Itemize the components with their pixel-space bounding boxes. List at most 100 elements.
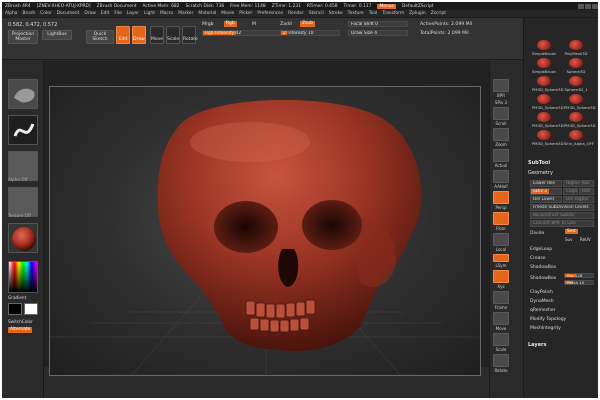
secondary-color-swatch[interactable]: [24, 303, 38, 315]
res-slider[interactable]: Res 128: [564, 273, 594, 278]
quick-sketch-button[interactable]: Quick Sketch: [86, 30, 114, 44]
tool-pm3d-3-icon[interactable]: [569, 94, 583, 104]
tool-polymesh3d-icon[interactable]: [569, 40, 583, 50]
menu-render[interactable]: Render: [288, 11, 304, 16]
color-picker[interactable]: [8, 261, 38, 293]
menu-stencil[interactable]: Stencil: [309, 11, 324, 16]
menu-material[interactable]: Material: [198, 11, 216, 16]
convert-bpr-button[interactable]: Convert BPR To Geo: [530, 220, 594, 227]
maximize-icon[interactable]: [585, 3, 591, 9]
actual-button[interactable]: [493, 149, 509, 162]
freeze-subdivision-button[interactable]: Freeze SubDivision Levels: [530, 204, 594, 211]
modify-topology-section[interactable]: Modify Topology: [530, 317, 566, 322]
menu-macro[interactable]: Macro: [160, 11, 173, 16]
del-higher-button[interactable]: Del Higher: [563, 196, 594, 203]
move-button[interactable]: Move: [150, 26, 164, 44]
switch-color-button[interactable]: SwitchColor: [8, 319, 33, 324]
cage-button[interactable]: Cage: [563, 188, 578, 195]
suv-toggle[interactable]: Suv: [565, 237, 572, 242]
menu-layer[interactable]: Layer: [127, 11, 139, 16]
menu-document[interactable]: Document: [57, 11, 80, 16]
menu-zplugin[interactable]: Zplugin: [409, 11, 426, 16]
menu-draw[interactable]: Draw: [84, 11, 95, 16]
menu-zscript[interactable]: Zscript: [431, 11, 446, 16]
m-toggle[interactable]: M: [252, 22, 256, 27]
draw-size-slider[interactable]: Draw Size 4: [348, 30, 408, 36]
tool-pm3d-5-icon[interactable]: [569, 112, 583, 122]
zremesher-section[interactable]: qRemesher: [530, 308, 556, 313]
subtool-header[interactable]: SubTool: [528, 160, 550, 166]
del-lower-button[interactable]: Del Lower: [530, 196, 562, 203]
meshintegrity-section[interactable]: MeshIntegrity: [530, 326, 561, 331]
focal-shift-slider[interactable]: Focal Shift 0: [348, 21, 408, 27]
smt-toggle[interactable]: Smt: [565, 229, 578, 234]
scale-button[interactable]: Scale: [166, 26, 180, 44]
rgb-toggle[interactable]: Rgb: [224, 21, 237, 27]
menu-stroke[interactable]: Stroke: [329, 11, 343, 16]
tool-pm3d-1-icon[interactable]: [537, 76, 551, 86]
close-icon[interactable]: [592, 3, 598, 9]
move-view-button[interactable]: [493, 312, 509, 325]
document-viewport[interactable]: [44, 61, 491, 376]
skull-model[interactable]: [50, 87, 481, 376]
stroke-thumbnail[interactable]: [8, 115, 38, 145]
reconstruct-subdiv-button[interactable]: Reconstruct Subdiv: [530, 212, 594, 219]
scale-view-button[interactable]: [493, 333, 509, 346]
edgeloop-section[interactable]: EdgeLoop: [530, 247, 552, 252]
menu-brush[interactable]: Brush: [22, 11, 35, 16]
geometry-header[interactable]: Geometry: [528, 170, 553, 176]
local-button[interactable]: [493, 233, 509, 246]
tool-simplebrush-icon[interactable]: [537, 40, 551, 50]
higher-res-button[interactable]: Higher Res: [563, 180, 594, 187]
bpr-button[interactable]: [493, 79, 509, 92]
tool-skin-alpha-icon[interactable]: [569, 130, 583, 140]
lsym-button[interactable]: [493, 254, 509, 262]
claypolish-section[interactable]: ClayPolish: [530, 290, 553, 295]
dynamesh-section[interactable]: DynaMesh: [530, 299, 554, 304]
material-thumbnail[interactable]: [8, 223, 38, 253]
menu-alpha[interactable]: Alpha: [5, 11, 17, 16]
tool-pm3d-4-icon[interactable]: [537, 112, 551, 122]
aahalf-button[interactable]: [493, 170, 509, 183]
brush-thumbnail[interactable]: [8, 79, 38, 109]
mrgb-toggle[interactable]: Mrgb: [202, 22, 214, 27]
menu-file[interactable]: File: [114, 11, 121, 16]
menu-movie[interactable]: Movie: [221, 11, 234, 16]
main-color-swatch[interactable]: [8, 303, 22, 315]
z-intensity-slider[interactable]: Z Intensity 10: [280, 30, 340, 36]
rotate-button[interactable]: Rotate: [182, 26, 198, 44]
draw-button[interactable]: Draw: [132, 26, 146, 44]
edit-button[interactable]: Edit: [116, 26, 130, 44]
menu-edit[interactable]: Edit: [101, 11, 110, 16]
zoom-button[interactable]: [493, 128, 509, 141]
rstr-button[interactable]: Rstr: [579, 188, 594, 195]
spix-label[interactable]: SPix 3: [490, 100, 512, 105]
menu-texture[interactable]: Texture: [348, 11, 364, 16]
shadowbox-section[interactable]: ShadowBox: [530, 265, 556, 270]
menu-light[interactable]: Light: [144, 11, 155, 16]
menu-transform[interactable]: Transform: [382, 11, 404, 16]
lower-res-button[interactable]: Lower Res: [530, 180, 562, 187]
zsub-toggle[interactable]: Zsub: [300, 21, 315, 27]
projection-master-button[interactable]: Projection Master: [8, 30, 38, 44]
scroll-button[interactable]: [493, 107, 509, 120]
polish-slider[interactable]: Polish 10: [564, 280, 594, 285]
menu-preferences[interactable]: Preferences: [257, 11, 283, 16]
menus-button[interactable]: Menus: [377, 3, 396, 9]
persp-button[interactable]: [493, 191, 509, 204]
layers-header[interactable]: Layers: [528, 342, 547, 348]
shadowbox-button[interactable]: ShadowBox: [530, 276, 556, 281]
tool-sphere3d1-icon[interactable]: [569, 76, 583, 86]
reuv-toggle[interactable]: ReUV: [580, 237, 591, 242]
crease-section[interactable]: Crease: [530, 256, 546, 261]
menu-marker[interactable]: Marker: [178, 11, 193, 16]
floor-button[interactable]: [493, 212, 509, 225]
tool-pm3d-2-icon[interactable]: [537, 94, 551, 104]
rgb-intensity-slider[interactable]: Rgb Intensity 42: [202, 30, 282, 36]
frame-button[interactable]: [493, 291, 509, 304]
menu-tool[interactable]: Tool: [369, 11, 378, 16]
sdiv-slider[interactable]: SDiv 2: [530, 188, 562, 195]
xyz-button[interactable]: [493, 270, 509, 283]
default-zscript[interactable]: DefaultZScript: [402, 4, 434, 9]
tool-pm3d-6-icon[interactable]: [537, 130, 551, 140]
